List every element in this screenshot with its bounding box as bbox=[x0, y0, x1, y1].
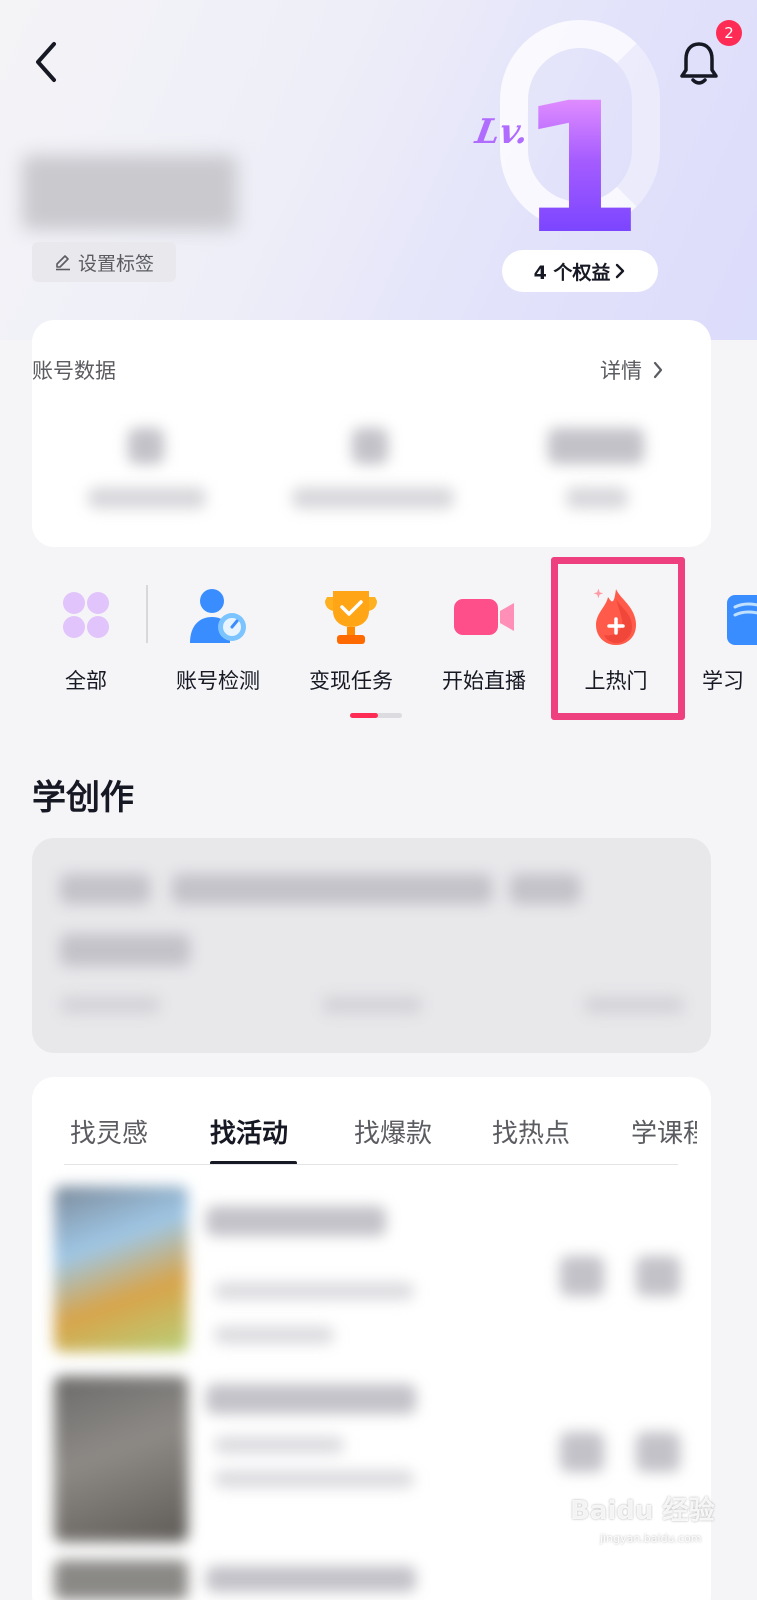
set-tag-label: 设置标签 bbox=[77, 252, 154, 275]
trophy-icon bbox=[325, 591, 377, 644]
banner-text-blurred bbox=[172, 874, 492, 904]
tab-courses[interactable]: 学课程 bbox=[631, 1113, 697, 1150]
activity-title-blurred bbox=[206, 1384, 416, 1414]
notification-badge: 2 bbox=[716, 20, 742, 46]
stat-label-blurred bbox=[88, 487, 206, 509]
back-button[interactable] bbox=[28, 38, 68, 86]
banner-meta-blurred bbox=[60, 996, 160, 1014]
shortcut-monetize-tasks[interactable]: 变现任务 bbox=[286, 585, 416, 705]
tab-hot-topics[interactable]: 找热点 bbox=[492, 1113, 570, 1150]
set-tag-button[interactable]: 设置标签 bbox=[32, 242, 176, 282]
notifications-button[interactable] bbox=[678, 38, 726, 90]
shortcut-account-check[interactable]: 账号检测 bbox=[153, 585, 283, 705]
level-number: 1 bbox=[518, 65, 644, 274]
pencil-icon bbox=[55, 255, 70, 271]
shortcut-label: 学习 bbox=[702, 669, 744, 693]
chevron-right-icon bbox=[653, 361, 663, 379]
stat-label-blurred bbox=[292, 487, 454, 509]
account-data-detail-link[interactable]: 详情 bbox=[600, 355, 664, 385]
stat-label-blurred bbox=[566, 487, 628, 509]
shortcut-page-indicator bbox=[350, 713, 378, 718]
activity-thumbnail-blurred[interactable] bbox=[54, 1186, 188, 1352]
chevron-left-icon bbox=[36, 42, 56, 82]
activity-stat-blurred bbox=[636, 1432, 680, 1472]
learn-banner-card[interactable] bbox=[32, 838, 711, 1053]
stat-value-blurred bbox=[548, 428, 644, 464]
shortcut-label: 账号检测 bbox=[176, 669, 260, 693]
section-title: 学创作 bbox=[32, 778, 134, 818]
account-check-icon bbox=[190, 589, 246, 643]
activity-title-blurred bbox=[206, 1566, 416, 1592]
banner-text-blurred bbox=[60, 934, 190, 966]
level-badge[interactable]: Lv. 1 bbox=[470, 20, 670, 260]
highlight-annotation bbox=[551, 557, 685, 720]
account-data-title: 账号数据 bbox=[32, 359, 116, 383]
activity-stat-blurred bbox=[636, 1256, 680, 1296]
shortcut-divider bbox=[146, 585, 148, 643]
shortcut-label: 变现任务 bbox=[309, 669, 393, 693]
chevron-right-icon bbox=[616, 263, 625, 279]
activity-meta-blurred bbox=[214, 1282, 414, 1300]
bell-icon bbox=[680, 42, 718, 85]
activity-thumbnail-blurred[interactable] bbox=[54, 1376, 188, 1542]
shortcut-label: 全部 bbox=[65, 669, 107, 693]
banner-text-blurred bbox=[510, 874, 580, 904]
activity-meta-blurred bbox=[214, 1326, 334, 1344]
activity-stat-blurred bbox=[560, 1256, 604, 1296]
shortcut-start-live[interactable]: 开始直播 bbox=[419, 585, 549, 705]
benefits-button[interactable]: 4 个权益 bbox=[502, 250, 658, 292]
baidu-watermark-url: jingyan.baidu.com bbox=[600, 1532, 702, 1545]
banner-meta-blurred bbox=[322, 996, 422, 1014]
activity-title-blurred bbox=[206, 1206, 386, 1236]
video-camera-icon bbox=[454, 599, 514, 635]
detail-label: 详情 bbox=[600, 359, 642, 383]
activity-stat-blurred bbox=[560, 1432, 604, 1472]
shortcut-all[interactable]: 全部 bbox=[21, 585, 151, 705]
tab-inspiration[interactable]: 找灵感 bbox=[70, 1113, 148, 1150]
tabs-divider bbox=[64, 1164, 678, 1165]
activity-meta-blurred bbox=[214, 1470, 414, 1488]
stat-value-blurred bbox=[128, 428, 164, 464]
baidu-watermark: Baidu 经验 bbox=[570, 1496, 715, 1526]
book-icon bbox=[727, 595, 757, 645]
tab-activities[interactable]: 找活动 bbox=[210, 1113, 288, 1150]
tab-hits[interactable]: 找爆款 bbox=[354, 1113, 432, 1150]
stat-value-blurred bbox=[352, 428, 388, 464]
username-blurred bbox=[22, 155, 237, 230]
shortcut-learn[interactable]: 学习 bbox=[684, 585, 757, 705]
benefits-label: 4 个权益 bbox=[533, 261, 611, 284]
banner-text-blurred bbox=[60, 874, 150, 904]
activity-meta-blurred bbox=[214, 1436, 344, 1454]
banner-meta-blurred bbox=[584, 996, 684, 1014]
activity-thumbnail-blurred[interactable] bbox=[54, 1560, 188, 1600]
grid-icon bbox=[63, 592, 109, 638]
shortcut-label: 开始直播 bbox=[442, 669, 526, 693]
